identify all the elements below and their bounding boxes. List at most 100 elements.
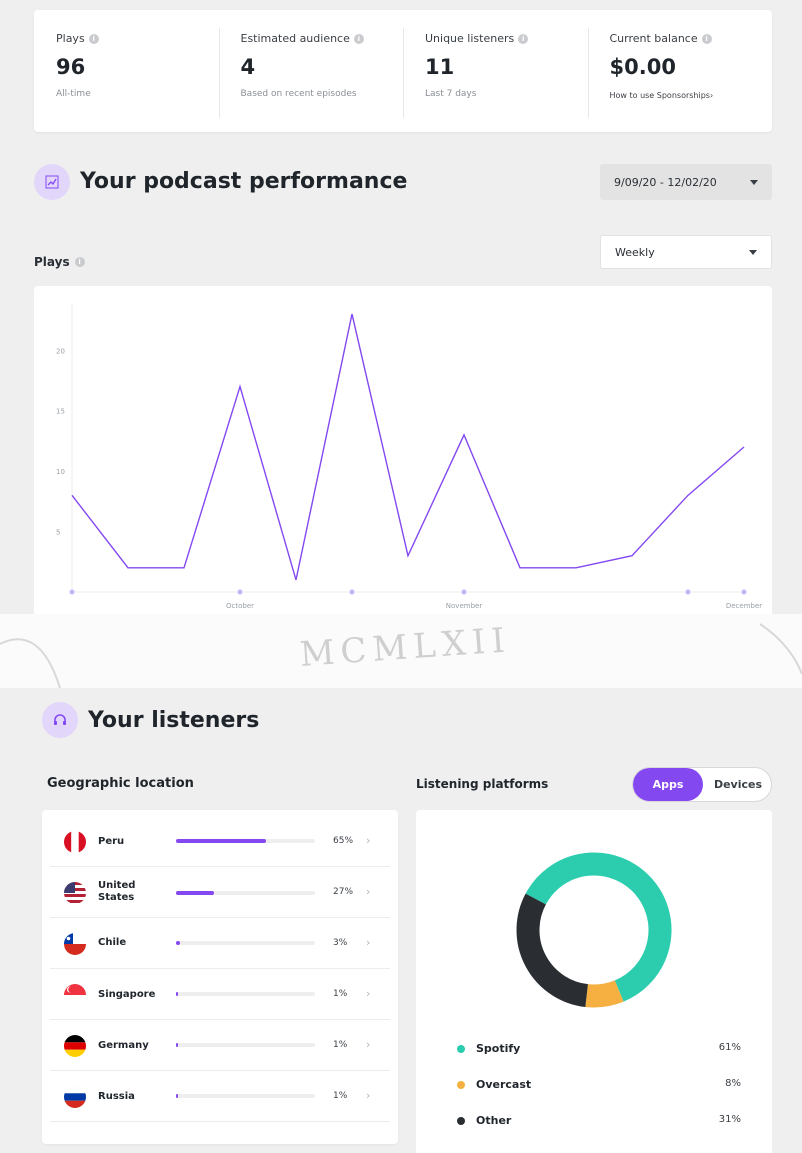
date-range-dropdown[interactable]: 9/09/20 - 12/02/20 [600,164,772,200]
usa-flag-icon [64,882,86,904]
chile-flag-icon [64,933,86,955]
toggle-devices-button[interactable]: Devices [703,768,773,801]
stat-label: Plays [56,32,85,45]
platforms-card [416,810,772,1153]
plays-chart-card: 5 10 15 20 October November December [34,286,772,614]
x-tick-dot [69,589,75,595]
geo-title: Geographic location [47,776,194,791]
peru-flag-icon [64,831,86,853]
chevron-right-icon: › [366,885,371,898]
germany-flag-icon [64,1035,86,1057]
country-bar [176,1043,315,1047]
donut-slice-overcast [585,980,624,1008]
country-bar [176,891,315,895]
geo-row-peru[interactable]: Peru 65% › [50,816,390,867]
svg-text:MCMLXII: MCMLXII [298,620,512,675]
country-bar-fill [176,839,267,843]
singapore-flag-icon [64,984,86,1006]
stats-card: Plays i 96 All-time Estimated audience i 4… [34,10,772,132]
watermark-band: MCMLXII [0,614,802,688]
country-bar-fill [176,1094,179,1098]
platforms-donut-chart [516,852,672,1008]
headphones-icon [42,702,78,738]
country-bar-fill [176,891,214,895]
chevron-right-icon: › [366,1038,371,1051]
platforms-title: Listening platforms [416,777,549,791]
info-icon[interactable]: i [518,33,529,44]
country-bar-fill [176,941,181,945]
y-tick-label: 10 [56,468,65,476]
info-icon[interactable]: i [701,33,712,44]
legend-name: Other [476,1114,512,1127]
stat-label: Unique listeners [425,32,515,45]
country-percent: 1% [333,1091,348,1101]
x-tick-dot [349,589,355,595]
stat-value: 96 [56,55,86,79]
geo-row-singapore[interactable]: Singapore 1% › [50,969,390,1020]
y-tick-label: 20 [56,347,65,355]
legend-percent: 61% [718,1042,741,1053]
country-name: Singapore [98,989,156,1000]
trend-chart-icon [34,164,70,200]
legend-name: Overcast [476,1078,532,1091]
country-name: United States [98,880,136,903]
performance-title: Your podcast performance [80,169,408,194]
legend-percent: 31% [718,1114,741,1125]
stat-sub: All-time [56,89,91,99]
geo-card: Peru 65% › United States 27% › Chile 3% … [42,810,398,1144]
stat-value: 4 [240,55,256,79]
stat-value: 11 [425,55,455,79]
info-icon[interactable]: i [88,33,99,44]
stat-unique-listeners: Unique listeners i 11 Last 7 days [403,10,588,132]
country-percent: 65% [333,836,354,846]
y-tick-label: 5 [56,529,60,537]
plays-series-line [71,313,745,581]
y-tick-label: 15 [56,408,65,416]
legend-row-other: Other 31% [457,1114,741,1128]
plays-line-chart: 5 10 15 20 October November December [56,304,762,610]
stat-current-balance: Current balance i $0.00 How to use Sponso… [587,10,773,132]
x-tick-dot [237,589,243,595]
chevron-right-icon: › [366,1089,371,1102]
country-percent: 1% [333,989,348,999]
stat-value: $0.00 [609,55,676,79]
stat-label: Estimated audience [240,32,350,45]
stat-plays: Plays i 96 All-time [34,10,219,132]
info-icon[interactable]: i [74,257,85,267]
date-range-value: 9/09/20 - 12/02/20 [614,175,717,189]
chevron-right-icon: › [366,936,371,949]
legend-dot [457,1045,465,1053]
stat-sub: Based on recent episodes [240,89,357,99]
interval-dropdown[interactable]: Weekly [600,235,772,269]
legend-dot [457,1117,465,1125]
x-tick-dot [461,589,467,595]
platform-toggle: Apps Devices [632,767,772,802]
info-icon[interactable]: i [353,33,364,44]
country-name: Russia [98,1091,135,1102]
caret-down-icon [749,249,757,255]
legend-percent: 8% [725,1078,741,1089]
sponsorships-link[interactable]: How to use Sponsorships› [610,91,773,100]
country-bar [176,1094,315,1098]
country-name: Chile [98,937,127,948]
plays-label: Plays [34,255,70,269]
geo-row-germany[interactable]: Germany 1% › [50,1020,390,1071]
toggle-apps-button[interactable]: Apps [633,768,703,801]
legend-row-spotify: Spotify 61% [457,1042,741,1056]
geo-row-russia[interactable]: Russia 1% › [50,1071,390,1122]
country-percent: 27% [333,887,354,897]
chevron-right-icon: › [366,834,371,847]
country-name: Germany [98,1040,149,1051]
country-name: Peru [98,836,125,847]
geo-row-united-states[interactable]: United States 27% › [50,867,390,918]
chevron-right-icon: › [366,987,371,1000]
stat-estimated-audience: Estimated audience i 4 Based on recent ep… [218,10,404,132]
country-bar [176,839,315,843]
stat-sub: Last 7 days [425,89,477,99]
caret-down-icon [750,179,758,185]
interval-value: Weekly [615,245,655,259]
x-tick-dot [685,589,691,595]
listeners-title: Your listeners [88,708,260,733]
stat-label: Current balance [609,32,698,45]
geo-row-chile[interactable]: Chile 3% › [50,918,390,969]
